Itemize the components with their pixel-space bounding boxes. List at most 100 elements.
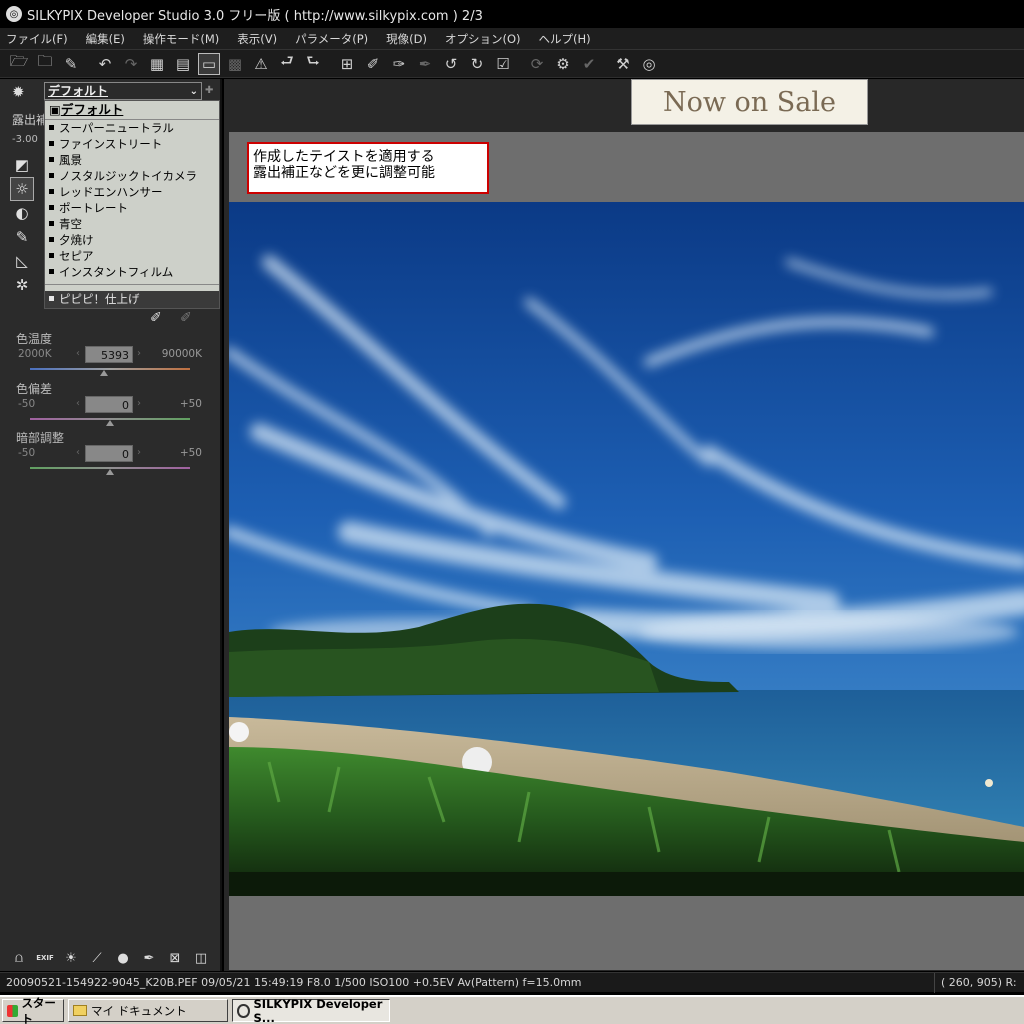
paste-param-icon[interactable]: ✑ [388, 53, 410, 75]
dropdown-item[interactable]: ノスタルジックトイカメラ [45, 168, 219, 184]
menu-parameters[interactable]: パラメータ(P) [293, 30, 370, 48]
dropdown-item[interactable]: セピア [45, 248, 219, 264]
menu-edit[interactable]: 編集(E) [84, 30, 127, 48]
gray-point-picker-icon[interactable]: ✐ [150, 310, 162, 326]
slider-thumb[interactable] [106, 420, 114, 426]
bullet-icon [49, 125, 54, 130]
dropdown-item-label: ポートレート [59, 201, 128, 215]
add-taste-icon[interactable]: ✚ [205, 85, 213, 96]
dropdown-item[interactable]: ポートレート [45, 200, 219, 216]
slider-min: 2000K [18, 348, 52, 360]
tint-slider[interactable]: 色偏差 -50 ‹ 0 › +50 [16, 380, 206, 426]
dropdown-item[interactable]: 風景 [45, 152, 219, 168]
panel-bottom-toolbar: ⩍ EXIF ☀ ⟋ ● ✒ ⊠ ◫ [6, 947, 218, 969]
slider-min: -50 [18, 447, 36, 459]
redo-icon[interactable]: ↷ [120, 53, 142, 75]
sharpness-icon[interactable]: ✎ [10, 225, 34, 249]
taste-select[interactable]: デフォルト ⌄ [44, 82, 202, 100]
status-bar: 20090521-154922-9045_K20B.PEF 09/05/21 1… [0, 972, 1024, 993]
exif-icon[interactable]: EXIF [32, 948, 58, 968]
grid-view-icon[interactable]: ▦ [146, 53, 168, 75]
tone-curve-icon[interactable]: ⟋ [84, 948, 110, 968]
eraser-icon[interactable]: ✎ [60, 53, 82, 75]
hammer-icon[interactable]: ⚒ [612, 53, 634, 75]
gear-icon[interactable]: ✹ [12, 83, 25, 101]
compare-view-icon[interactable]: ▩ [224, 53, 246, 75]
fit-icon[interactable]: ⊠ [162, 948, 188, 968]
dropdown-item-label: インスタントフィルム [59, 265, 174, 279]
slider-value-field[interactable]: 5393 [85, 346, 133, 363]
white-balance-icon[interactable]: ☼ [10, 177, 34, 201]
silkypix-icon[interactable]: ◎ [638, 53, 660, 75]
decrement-icon[interactable]: ‹ [76, 447, 80, 458]
rotate-left-icon[interactable]: ↺ [440, 53, 462, 75]
dropdown-item-pipipi[interactable]: ピピピ！仕上げ [45, 291, 219, 308]
title-bar: ◎ SILKYPIX Developer Studio 3.0 フリー版 ( h… [0, 0, 1024, 28]
rotate-right-icon[interactable]: ↻ [466, 53, 488, 75]
sphere-icon[interactable]: ● [110, 948, 136, 968]
cursor-coordinates: ( 260, 905) R: [934, 973, 1024, 993]
slider-value-field[interactable]: 0 [85, 445, 133, 462]
dropdown-item[interactable]: ファインストリート [45, 136, 219, 152]
now-on-sale-banner[interactable]: Now on Sale [631, 79, 868, 125]
increment-icon[interactable]: › [137, 447, 141, 458]
increment-icon[interactable]: › [137, 398, 141, 409]
dropdown-item[interactable]: インスタントフィルム [45, 264, 219, 280]
increment-icon[interactable]: › [137, 348, 141, 359]
refresh-icon[interactable]: ⟳ [526, 53, 548, 75]
develop-gear-icon[interactable]: ✲ [10, 273, 34, 297]
menu-file[interactable]: ファイル(F) [4, 30, 70, 48]
contrast-icon[interactable]: ◐ [10, 201, 34, 225]
filmstrip-view-icon[interactable]: ▤ [172, 53, 194, 75]
menu-options[interactable]: オプション(O) [443, 30, 523, 48]
batch-check-icon[interactable]: ✔ [578, 53, 600, 75]
decrement-icon[interactable]: ‹ [76, 348, 80, 359]
dropdown-item-label: セピア [59, 249, 94, 263]
bullet-icon [49, 237, 54, 242]
check-icon[interactable]: ☑ [492, 53, 514, 75]
film-icon[interactable]: ◫ [188, 948, 214, 968]
start-button[interactable]: スタート [2, 996, 64, 1024]
preview-photo[interactable] [229, 202, 1024, 896]
dropdown-item[interactable]: 青空 [45, 216, 219, 232]
menu-view[interactable]: 表示(V) [235, 30, 279, 48]
brush-icon[interactable]: ✒ [136, 948, 162, 968]
undo-icon[interactable]: ↶ [94, 53, 116, 75]
chevron-down-icon[interactable]: ⌄ [190, 84, 198, 100]
slider-value-field[interactable]: 0 [85, 396, 133, 413]
callout-line-1: 作成したテイストを適用する [253, 149, 435, 165]
single-view-icon[interactable]: ▭ [198, 52, 220, 75]
prev-image-icon[interactable]: ⮐ [276, 52, 298, 75]
menu-help[interactable]: ヘルプ(H) [537, 30, 593, 48]
menu-develop[interactable]: 現像(D) [384, 30, 429, 48]
warning-icon[interactable]: ⚠ [250, 53, 272, 75]
histogram-icon[interactable]: ⩍ [6, 948, 32, 968]
taskbar-silkypix[interactable]: SILKYPIX Developer S... [232, 997, 390, 1024]
open-recent-icon[interactable]: 🗀 [34, 52, 56, 75]
decrement-icon[interactable]: ‹ [76, 398, 80, 409]
dropdown-item[interactable]: 夕焼け [45, 232, 219, 248]
taste-dropdown: ▣デフォルト スーパーニュートラル ファインストリート 風景 ノスタルジックトイ… [44, 100, 220, 309]
spot-tool-icon[interactable]: ✒ [414, 53, 436, 75]
slider-track[interactable] [30, 368, 190, 370]
shadow-adjust-slider[interactable]: 暗部調整 -50 ‹ 0 › +50 [16, 429, 206, 475]
eyedropper-icon[interactable]: ✐ [362, 53, 384, 75]
image-frame: 作成したテイストを適用する 露出補正などを更に調整可能 [229, 132, 1024, 970]
menu-operation-mode[interactable]: 操作モード(M) [141, 30, 221, 48]
color-temperature-slider[interactable]: 色温度 2000K ‹ 5393 › 90000K [16, 330, 206, 376]
slider-max: +50 [179, 398, 202, 410]
next-image-icon[interactable]: ⮑ [302, 52, 324, 75]
crop-grid-icon[interactable]: ⊞ [336, 53, 358, 75]
skin-picker-icon[interactable]: ✐ [180, 310, 192, 326]
slider-thumb[interactable] [106, 469, 114, 475]
open-folder-icon[interactable]: 🗁 [8, 52, 30, 75]
taskbar-my-documents[interactable]: マイ ドキュメント [68, 999, 228, 1022]
dropdown-item[interactable]: レッドエンハンサー [45, 184, 219, 200]
dropdown-item[interactable]: スーパーニュートラル [45, 120, 219, 136]
noise-icon[interactable]: ◺ [10, 249, 34, 273]
slider-thumb[interactable] [99, 370, 108, 376]
exposure-icon[interactable]: ☀ [58, 948, 84, 968]
exposure-icon[interactable]: ◩ [10, 153, 34, 177]
dropdown-item-default[interactable]: ▣デフォルト [45, 101, 219, 120]
develop-settings-icon[interactable]: ⚙ [552, 53, 574, 75]
